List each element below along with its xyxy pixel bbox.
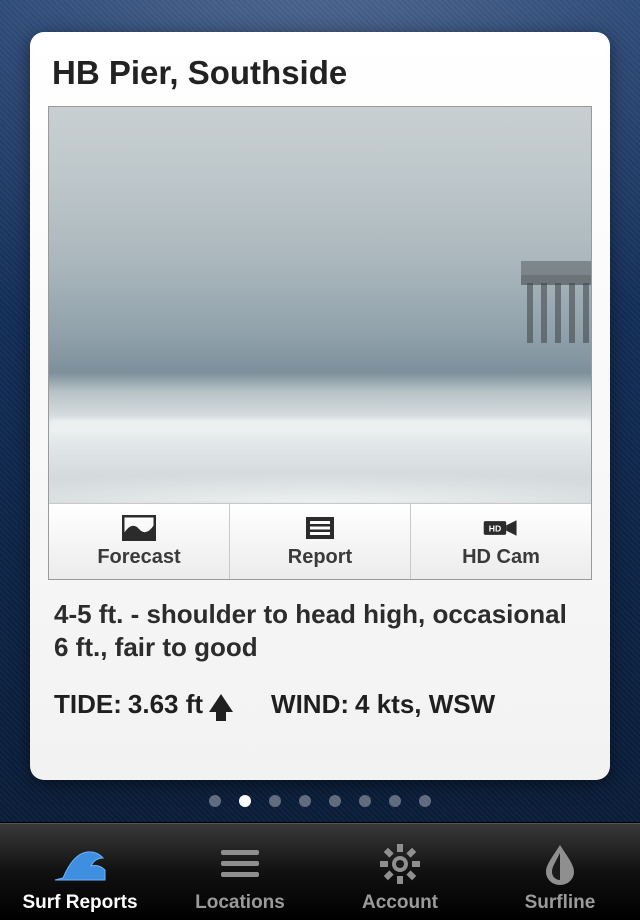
wind-value: 4 kts, WSW [355, 689, 495, 720]
wave-icon [52, 838, 108, 890]
page-indicator[interactable] [0, 795, 640, 807]
spot-title: HB Pier, Southside [52, 54, 588, 92]
hdcam-label: HD Cam [462, 546, 540, 569]
surf-summary: 4-5 ft. - shoulder to head high, occasio… [54, 598, 586, 663]
page-dot[interactable] [389, 795, 401, 807]
drop-icon [532, 838, 588, 890]
pier-graphic [521, 261, 591, 275]
report-button[interactable]: Report [230, 504, 411, 579]
hdcam-button[interactable]: HD HD Cam [411, 504, 591, 579]
action-row: Forecast Report HD HD Cam [49, 503, 591, 579]
page-dot[interactable] [269, 795, 281, 807]
forecast-button[interactable]: Forecast [49, 504, 230, 579]
stats-row: TIDE: 3.63 ft WIND: 4 kts, WSW [54, 689, 586, 720]
cam-frame: Forecast Report HD HD Cam [48, 106, 592, 580]
tide-arrow-up-icon [209, 694, 233, 712]
tab-locations[interactable]: Locations [160, 823, 320, 920]
page-dot[interactable] [329, 795, 341, 807]
report-icon [301, 514, 339, 542]
gear-icon [372, 838, 428, 890]
cam-still[interactable] [49, 107, 591, 503]
page-dot[interactable] [359, 795, 371, 807]
tab-surf-reports[interactable]: Surf Reports [0, 823, 160, 920]
page-dot[interactable] [209, 795, 221, 807]
tab-bar: Surf Reports Locations Account Surfline [0, 822, 640, 920]
forecast-label: Forecast [97, 546, 180, 569]
tab-label: Locations [195, 892, 285, 914]
forecast-icon [120, 514, 158, 542]
page-dot[interactable] [419, 795, 431, 807]
tab-label: Surf Reports [22, 892, 137, 914]
svg-text:HD: HD [489, 523, 501, 533]
report-label: Report [288, 546, 352, 569]
tab-surfline[interactable]: Surfline [480, 823, 640, 920]
list-icon [212, 838, 268, 890]
hdcam-icon: HD [482, 514, 520, 542]
page-dot[interactable] [239, 795, 251, 807]
tab-account[interactable]: Account [320, 823, 480, 920]
page-dot[interactable] [299, 795, 311, 807]
wind-label: WIND: [271, 689, 349, 720]
tide-label: TIDE: [54, 689, 122, 720]
spot-card: HB Pier, Southside Forecast [30, 32, 610, 780]
tab-label: Account [362, 892, 438, 914]
tide-value: 3.63 ft [128, 689, 203, 720]
tab-label: Surfline [525, 892, 596, 914]
